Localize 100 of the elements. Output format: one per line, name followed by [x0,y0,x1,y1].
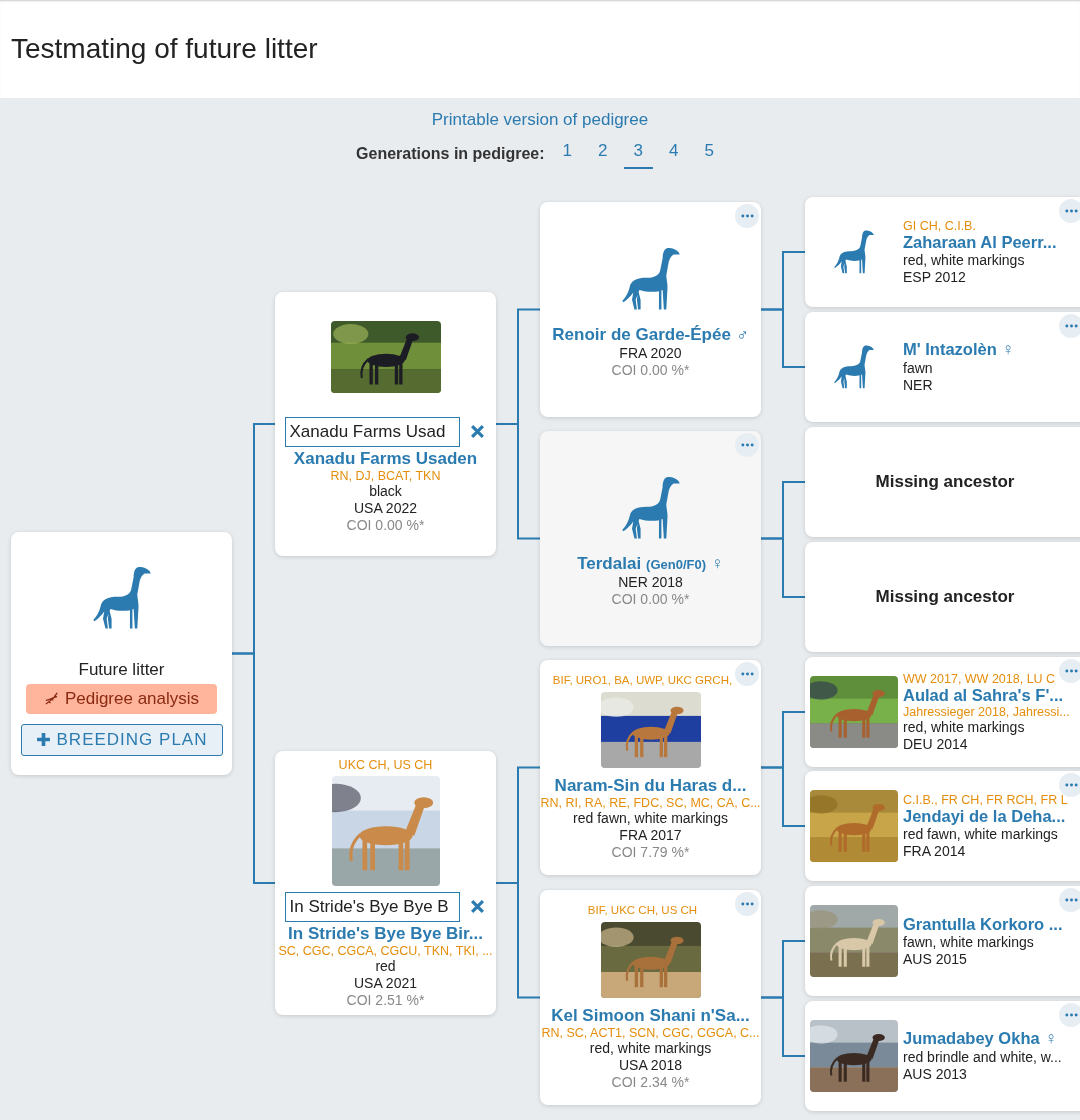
titles-text: RN, DJ, BCAT, TKN [330,468,441,483]
ellipsis-icon [740,443,754,447]
dog-silhouette-icon [91,565,152,630]
more-button[interactable] [1059,314,1080,338]
dog-name-link[interactable]: Renoir de Garde-Épée [552,324,731,345]
search-field[interactable]: Xanadu Farms Usad [284,416,460,447]
connector-line [760,766,806,827]
ellipsis-icon [740,902,754,906]
origin-text: FRA 2017 [619,827,682,844]
coi-text: COI 7.79 %* [611,844,690,861]
ellipsis-icon [1064,898,1078,902]
coat-color-text: black [369,482,402,500]
ellipsis-icon [1064,783,1078,787]
missing-ancestor-label: Missing ancestor [874,472,1016,492]
dog-name-link[interactable]: Jumadabey Okha [903,1029,1040,1048]
dog-silhouette-icon [620,475,681,540]
printable-version-link[interactable]: Printable version of pedigree [431,110,649,130]
coat-color-text: red fawn, white markings [903,825,1058,843]
coi-text: COI 2.51 %* [346,991,425,1009]
ellipsis-icon [740,672,754,676]
sex-symbol: ♂ [735,324,749,345]
dog-name-link[interactable]: Xanadu Farms Usaden [293,448,478,469]
sex-symbol: ♀ [1001,340,1015,360]
connector-line [760,537,806,598]
origin-text: DEU 2014 [903,735,968,753]
generations-label: Generations in pedigree: [356,144,545,163]
origin-text: USA 2018 [618,1057,683,1074]
more-button[interactable] [1059,773,1080,797]
close-icon [469,899,485,914]
ellipsis-icon [1064,209,1078,213]
origin-text: AUS 2013 [903,1066,967,1083]
ellipsis-icon [1064,669,1078,673]
sex-symbol: ♀ [1044,1029,1058,1049]
origin-text: FRA 2014 [903,842,966,860]
dog-name-link[interactable]: In Stride's Bye Bye Bir... [288,923,483,944]
dog-name-link[interactable]: Aulad al Sahra's F'... [903,685,1064,705]
dog-silhouette-icon [620,246,681,311]
generation-tab[interactable]: 2 [588,138,618,169]
page-title: Testmating of future litter [11,33,318,65]
ellipsis-icon [1064,324,1078,328]
ellipsis-icon [740,214,754,218]
coi-text: COI 2.34 %* [611,1074,690,1091]
titles-text: WW 2017, WW 2018, LU C [903,671,1056,686]
coat-color-text: red, white markings [903,251,1025,269]
coat-color-text: red [375,957,396,975]
litter-label: Future litter [78,659,165,680]
coi-text: COI 0.00 %* [346,516,425,534]
titles-text: Jahressieger 2018, Jahressi... [903,704,1070,719]
generation-tab[interactable]: 5 [694,138,724,169]
more-button[interactable] [735,662,759,686]
coi-text: COI 0.00 %* [611,590,690,608]
generation-tab[interactable]: 1 [552,138,583,169]
coat-color-text: red fawn, white markings [573,810,728,827]
coat-color-text: fawn [903,360,933,377]
dog-silhouette-icon [833,345,875,389]
coat-color-text: red, white markings [903,718,1025,736]
sex-symbol: ♀ [711,553,724,574]
dog-name-link[interactable]: Grantulla Korkoro ... [903,914,1063,934]
coat-color-text: red brindle and white, w... [903,1049,1062,1066]
titles-text: BIF, UKC CH, US CH [587,904,699,916]
dog-name-link[interactable]: Kel Simoon Shani n'Sa... [551,1006,750,1026]
close-icon [469,424,485,439]
origin-text: ESP 2012 [903,268,966,286]
titles-text: GI CH, C.I.B. [903,218,976,233]
more-button[interactable] [735,433,759,457]
more-button[interactable] [1059,1003,1080,1027]
origin-text: NER 2018 [618,573,683,591]
dog-name-link[interactable]: Terdalai [577,553,642,574]
origin-text: AUS 2015 [903,950,967,968]
generation-note: (Gen0/F0) [646,556,707,572]
coat-color-text: red, white markings [589,1040,712,1057]
pedigree-analysis-button[interactable]: Pedigree analysis [26,683,217,714]
titles-text: BIF, URO1, BA, UWP, UKC GRCH, [552,674,734,686]
connector-line [760,308,806,368]
origin-text: USA 2021 [353,974,418,992]
dog-name-link[interactable]: Zaharaan Al Peerr... [903,232,1057,252]
origin-text: NER [903,377,933,394]
dog-name-link[interactable]: Jendayi de la Deha... [903,806,1066,826]
titles-text: SC, CGC, CGCA, CGCU, TKN, TKI, ... [278,943,493,958]
more-button[interactable] [735,204,759,228]
breeding-plan-button[interactable]: BREEDING PLAN [20,723,223,756]
connector-line [760,996,806,1057]
generation-tab[interactable]: 3 [623,138,653,169]
titles-text: C.I.B., FR CH, FR RCH, FR L [903,792,1068,807]
titles-text: RN, SC, ACT1, SCN, CGC, CGCA, C... [541,1026,760,1040]
more-button[interactable] [1059,888,1080,912]
coi-text: COI 0.00 %* [611,361,690,379]
more-button[interactable] [1059,199,1080,223]
origin-text: USA 2022 [353,499,418,517]
titles-text: UKC CH, US CH [338,757,433,772]
generation-tab[interactable]: 4 [658,138,689,169]
more-button[interactable] [735,892,759,916]
missing-ancestor-label: Missing ancestor [874,587,1016,607]
titles-text: RN, RI, RA, RE, FDC, SC, MC, CA, C... [540,796,761,810]
search-field[interactable]: In Stride's Bye Bye B [284,891,460,922]
ellipsis-icon [1064,1013,1078,1017]
dog-silhouette-icon [833,230,875,274]
more-button[interactable] [1059,659,1080,683]
dog-name-link[interactable]: M' Intazolèn [903,340,997,359]
dog-name-link[interactable]: Naram-Sin du Haras d... [554,776,747,796]
